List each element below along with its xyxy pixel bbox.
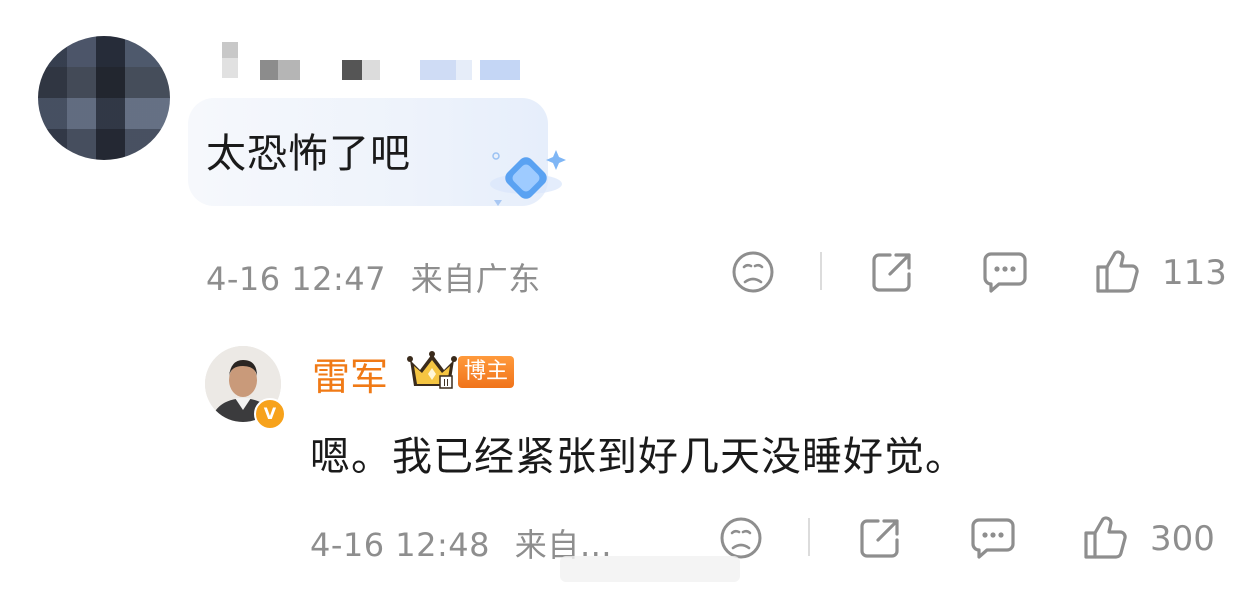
comment-icon[interactable] bbox=[970, 516, 1016, 560]
divider bbox=[820, 252, 822, 290]
like-count: 300 bbox=[1150, 519, 1215, 559]
divider bbox=[808, 518, 810, 556]
share-icon[interactable] bbox=[858, 516, 902, 560]
sad-face-icon[interactable] bbox=[731, 250, 775, 294]
like-count: 113 bbox=[1162, 253, 1227, 293]
comment-text: 太恐怖了吧 bbox=[206, 131, 411, 177]
reply-text: 嗯。我已经紧张到好几天没睡好觉。 bbox=[310, 434, 966, 480]
obscured-username[interactable] bbox=[222, 42, 522, 82]
verified-badge-icon: V bbox=[254, 398, 286, 430]
comment-icon[interactable] bbox=[982, 250, 1028, 294]
comment-location: 来自广东 bbox=[410, 260, 541, 298]
thumbs-up-icon[interactable] bbox=[1082, 514, 1128, 560]
svg-text:II: II bbox=[443, 378, 449, 389]
comment-meta: 4-16 12:47 来自广东 bbox=[206, 254, 541, 300]
watermark-icon bbox=[560, 556, 740, 582]
comment-time: 4-16 12:47 bbox=[206, 260, 387, 298]
commenter-avatar[interactable] bbox=[38, 36, 170, 160]
reply-time: 4-16 12:48 bbox=[310, 526, 491, 564]
share-icon[interactable] bbox=[870, 250, 914, 294]
reply-author-name[interactable]: 雷军 bbox=[312, 346, 388, 401]
thumbs-up-icon[interactable] bbox=[1094, 248, 1140, 294]
crown-level-icon: II bbox=[407, 351, 457, 389]
blogger-badge: 博主 bbox=[458, 356, 515, 388]
diamond-decoration-icon bbox=[490, 150, 566, 206]
